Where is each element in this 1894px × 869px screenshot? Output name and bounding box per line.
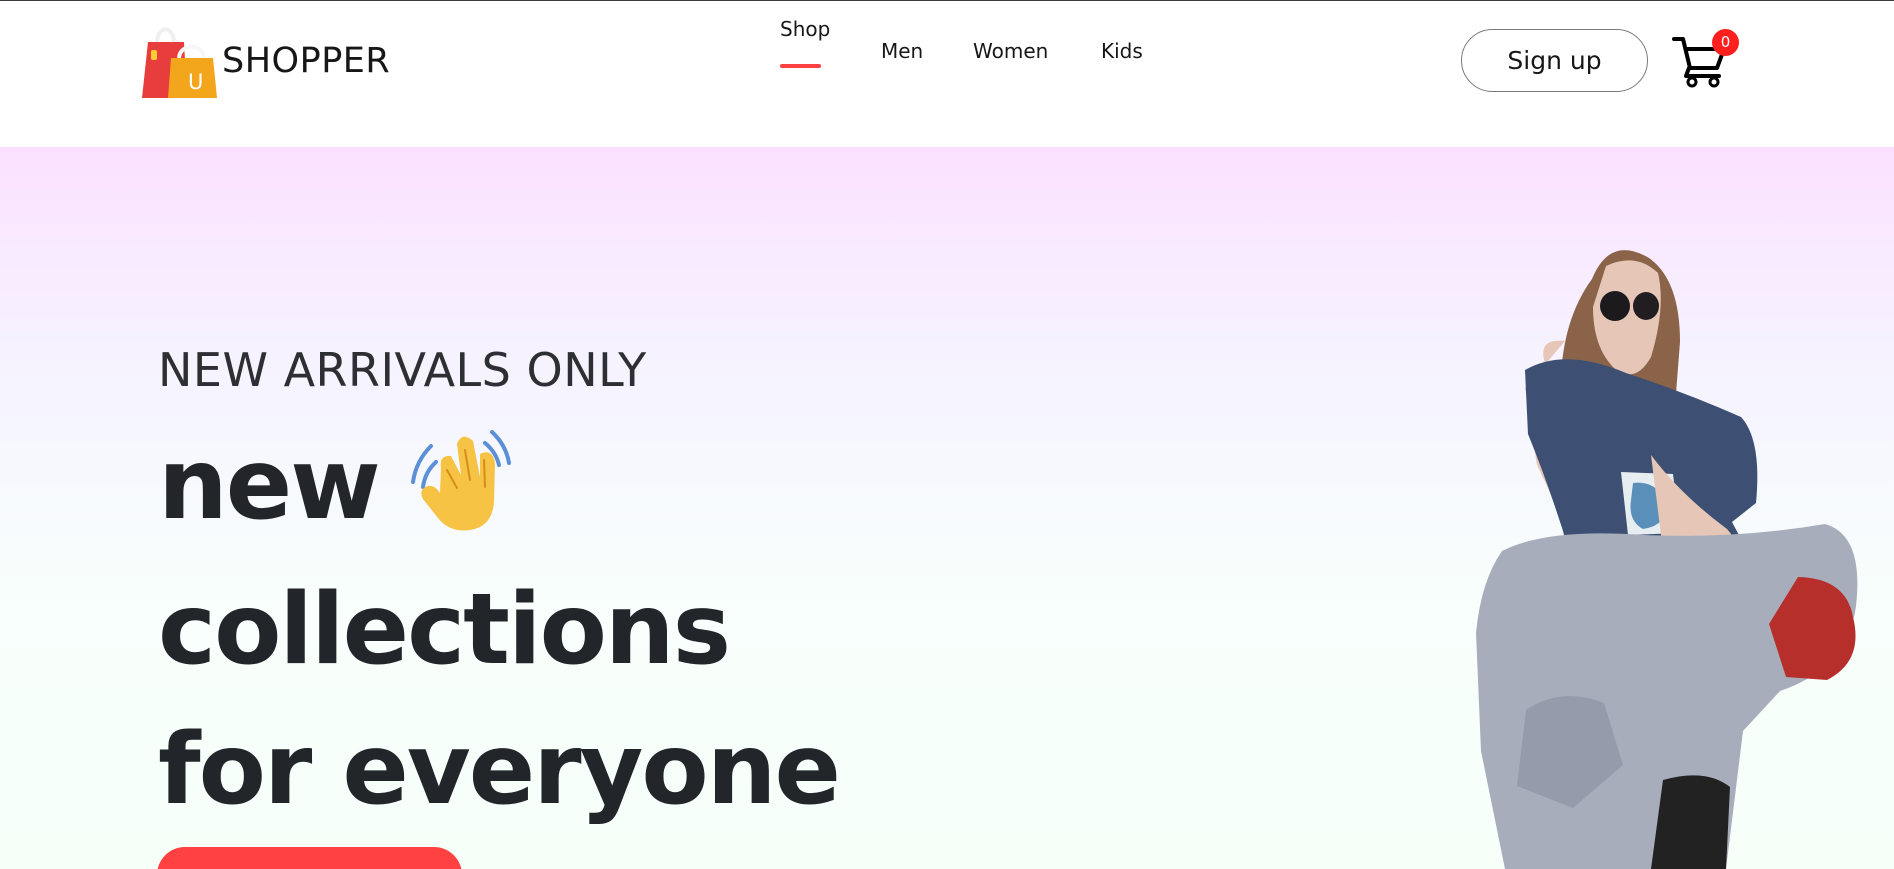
- svg-text:U: U: [188, 70, 203, 94]
- cart-count-badge: 0: [1712, 29, 1739, 56]
- latest-collection-button[interactable]: [157, 847, 462, 869]
- brand-logo[interactable]: U SHOPPER: [140, 23, 390, 99]
- nav-item-shop[interactable]: Shop: [780, 17, 830, 41]
- hero-kicker: NEW ARRIVALS ONLY: [158, 343, 647, 397]
- hero-headline-line-1: new: [158, 428, 381, 542]
- brand-name: SHOPPER: [222, 41, 391, 81]
- hero-model-image: [1476, 250, 1858, 869]
- hero-headline-line-2: collections: [158, 573, 731, 687]
- active-nav-underline: [780, 64, 821, 68]
- sign-up-button[interactable]: Sign up: [1461, 29, 1648, 92]
- top-navbar: U SHOPPER Shop Men Women Kids Sign up 0: [0, 0, 1894, 147]
- shopping-bags-icon: U: [142, 27, 217, 98]
- nav-item-men[interactable]: Men: [881, 39, 923, 63]
- nav-item-kids[interactable]: Kids: [1101, 39, 1143, 63]
- nav-item-women[interactable]: Women: [973, 39, 1048, 63]
- hero-section: NEW ARRIVALS ONLY new collections for ev…: [0, 147, 1894, 869]
- waving-hand-icon: [411, 430, 511, 531]
- hero-headline-line-3: for everyone: [158, 713, 841, 827]
